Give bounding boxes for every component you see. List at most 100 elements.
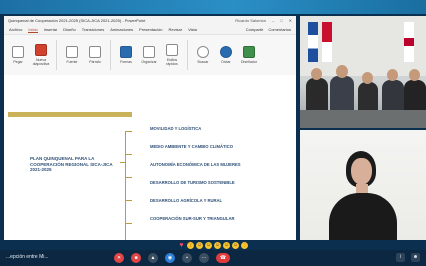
- present-button[interactable]: ◉: [165, 253, 175, 263]
- ribbon-label: Nueva diapositiva: [32, 58, 50, 66]
- tab-animaciones[interactable]: Animaciones: [110, 27, 133, 32]
- area-item: COOPERACIÓN SUR-SUR Y TRIANGULAR: [150, 216, 235, 221]
- participant-head: [362, 72, 373, 84]
- participants-icon[interactable]: ☻: [411, 253, 420, 262]
- share-button[interactable]: Compartir: [246, 27, 264, 32]
- camera-off-button[interactable]: ■: [131, 253, 141, 263]
- bracket-tick: [126, 154, 132, 155]
- slide-plan-title: PLAN QUINQUENAL PARA LA COOPERACIÓN REGI…: [30, 156, 113, 172]
- ribbon-label: Pegar: [13, 60, 23, 64]
- find-icon: [197, 46, 209, 58]
- slide-bracket: [120, 131, 133, 240]
- ribbon-label: Organizar: [141, 60, 157, 64]
- speaker-face: [351, 158, 372, 185]
- ribbon-paste[interactable]: Pegar: [10, 46, 26, 64]
- participant-head: [311, 68, 322, 80]
- meeting-control-bar: ...epción entre Mi... ✕ ■ ▲ ◉ ▪ ⋯ ☎ i ☻: [0, 250, 426, 266]
- mic-muted-button[interactable]: ✕: [114, 253, 124, 263]
- laugh-icon[interactable]: ☺: [205, 241, 212, 249]
- slide-canvas: PLAN QUINQUENAL PARA LA COOPERACIÓN REGI…: [4, 75, 296, 240]
- participant-head: [387, 69, 398, 81]
- mic-off-icon: ✕: [116, 255, 122, 261]
- video-tile-speaker[interactable]: [300, 130, 426, 240]
- ribbon-label: Párrafo: [89, 60, 101, 64]
- dictate-icon: [220, 46, 232, 58]
- ppt-title: Quinquenal de Cooperación 2021-2025 (SIC…: [8, 18, 146, 23]
- ribbon-shapes[interactable]: Formas: [118, 46, 134, 64]
- maximize-icon[interactable]: □: [280, 18, 282, 23]
- minimize-icon[interactable]: –: [272, 18, 274, 23]
- heart-icon[interactable]: ♥: [178, 242, 185, 249]
- participant-head: [336, 65, 348, 78]
- ribbon-divider: [56, 40, 57, 70]
- reaction-bar: ♥ 👍 ☺ ☺ ☺ ☺ ☺ ✋: [0, 240, 426, 250]
- ribbon-font[interactable]: Fuente: [64, 46, 80, 64]
- ribbon-find[interactable]: Buscar: [195, 46, 211, 64]
- more-options-button[interactable]: ⋯: [199, 253, 209, 263]
- slide-accent-bar: [8, 112, 132, 117]
- conference-table: [300, 110, 426, 128]
- tab-inicio[interactable]: Inicio: [28, 27, 38, 33]
- ribbon-label: Fuente: [66, 60, 78, 64]
- participant-figure: [382, 80, 404, 112]
- party-icon[interactable]: ☺: [223, 241, 230, 249]
- participant-figure: [330, 76, 354, 112]
- camera-off-icon: ■: [134, 255, 138, 261]
- ppt-menu-right: Compartir Comentarios: [246, 27, 291, 32]
- surprised-icon[interactable]: ☺: [214, 241, 221, 249]
- phone-hangup-icon: ☎: [219, 255, 227, 261]
- area-item: DESARROLLO DE TURISMO SOSTENIBLE: [150, 180, 235, 185]
- area-item: DESARROLLO AGRÍCOLA Y RURAL: [150, 198, 223, 203]
- meeting-name: ...epción entre Mi...: [6, 254, 49, 260]
- tab-transiciones[interactable]: Transiciones: [82, 27, 105, 32]
- clap-icon[interactable]: ☺: [196, 241, 203, 249]
- ribbon-paragraph[interactable]: Párrafo: [87, 46, 103, 64]
- bracket-tick: [126, 177, 132, 178]
- info-icon[interactable]: i: [396, 253, 405, 262]
- cooperation-areas-list: MOVILIDAD Y LOGÍSTICA MEDIO AMBIENTE Y C…: [150, 126, 260, 234]
- chat-button[interactable]: ▪: [182, 253, 192, 263]
- present-icon: ◉: [167, 255, 173, 261]
- flag-icon: [322, 22, 332, 62]
- tab-vista[interactable]: Vista: [188, 27, 197, 32]
- ribbon-label: Formas: [120, 60, 132, 64]
- ribbon-quick-styles[interactable]: Estilos rápidos: [164, 44, 180, 66]
- area-item: MEDIO AMBIENTE Y CAMBIO CLIMÁTICO: [150, 144, 233, 149]
- ribbon-new-slide[interactable]: Nueva diapositiva: [33, 44, 49, 66]
- tab-presentacion[interactable]: Presentación: [139, 27, 162, 32]
- participant-figure: [358, 82, 378, 112]
- thumbs-up-icon[interactable]: 👍: [187, 241, 194, 249]
- tab-archivo[interactable]: Archivo: [9, 27, 22, 32]
- more-icon: ⋯: [201, 255, 207, 261]
- leave-call-button[interactable]: ☎: [216, 253, 230, 263]
- hand-icon[interactable]: ✋: [241, 241, 248, 249]
- video-tile-meeting-room[interactable]: [300, 16, 426, 128]
- tab-diseno[interactable]: Diseño: [63, 27, 75, 32]
- area-item: AUTONOMÍA ECONÓMICA DE LAS MUJERES: [150, 162, 241, 167]
- close-icon[interactable]: ✕: [289, 18, 292, 23]
- ribbon-label: Diseñador: [241, 60, 257, 64]
- tab-revisar[interactable]: Revisar: [169, 27, 183, 32]
- ribbon-designer[interactable]: Diseñador: [241, 46, 257, 64]
- paste-icon: [12, 46, 24, 58]
- thumbs-up-2-icon[interactable]: ☺: [232, 241, 239, 249]
- bracket-connector: [120, 162, 126, 163]
- ribbon-divider: [110, 40, 111, 70]
- ppt-title-bar: Quinquenal de Cooperación 2021-2025 (SIC…: [4, 16, 296, 25]
- participant-head: [409, 69, 420, 81]
- ribbon-arrange[interactable]: Organizar: [141, 46, 157, 64]
- font-icon: [66, 46, 78, 58]
- tab-insertar[interactable]: Insertar: [44, 27, 58, 32]
- designer-icon: [243, 46, 255, 58]
- ribbon-label: Dictar: [221, 60, 231, 64]
- shapes-icon: [120, 46, 132, 58]
- chat-icon: ▪: [186, 255, 188, 261]
- comments-button[interactable]: Comentarios: [268, 27, 291, 32]
- bracket-tick: [126, 200, 132, 201]
- participant-figure: [404, 80, 426, 112]
- share-screen-button[interactable]: ▲: [148, 253, 158, 263]
- speaker-body: [329, 193, 397, 240]
- ribbon-dictate[interactable]: Dictar: [218, 46, 234, 64]
- app-header-strip: [0, 0, 426, 14]
- shared-screen-powerpoint: Quinquenal de Cooperación 2021-2025 (SIC…: [4, 16, 296, 240]
